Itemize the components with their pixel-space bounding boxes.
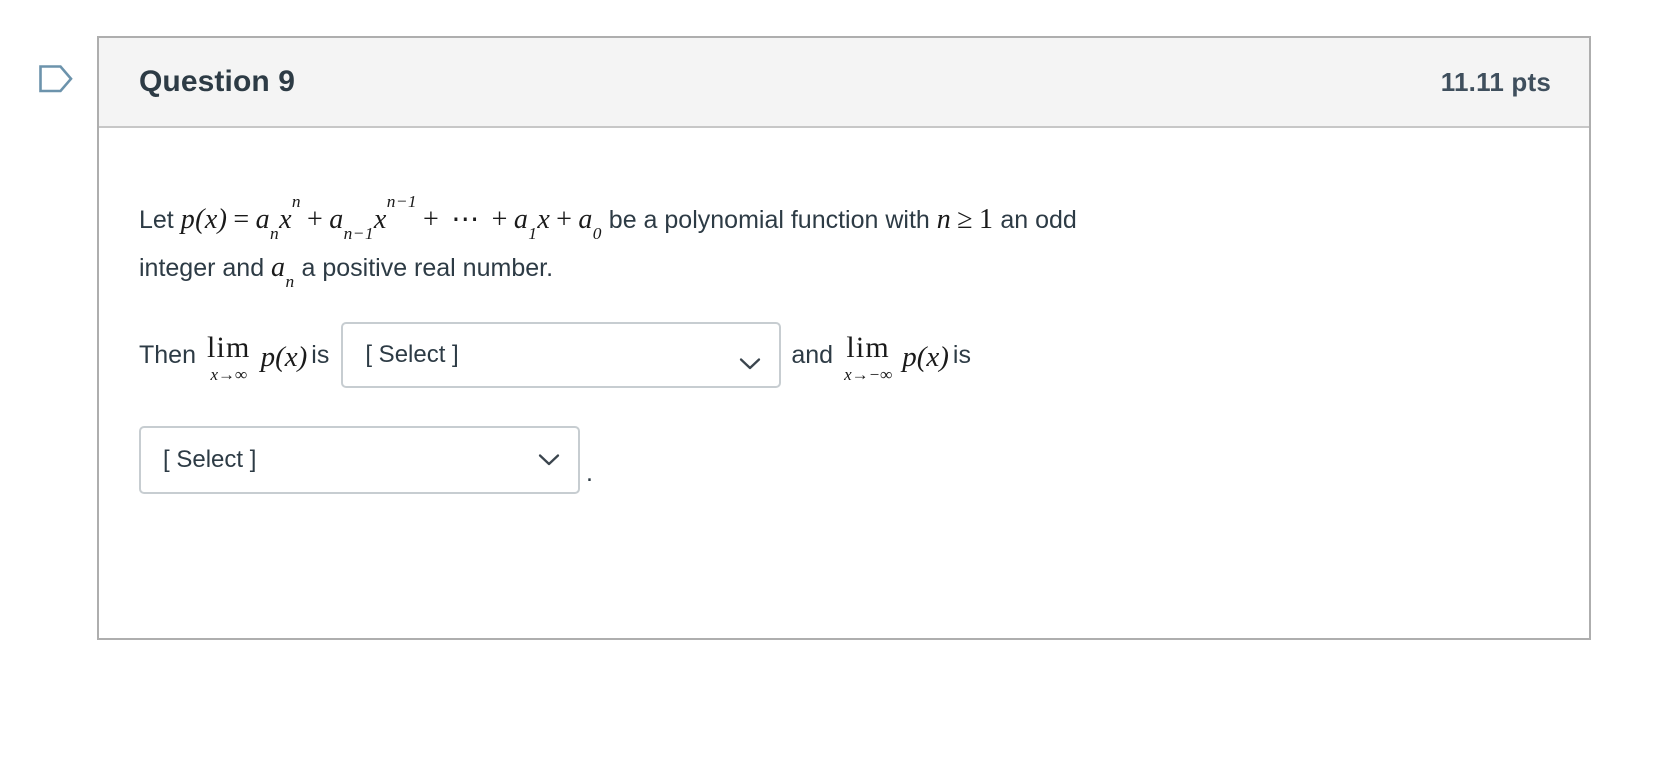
math-one: 1 (978, 204, 994, 235)
math-x-3: x (537, 204, 551, 235)
question-prose: Let p(x) = anxn+ an−1xn−1+ ⋯ + a1x + a0 be a pol… (139, 193, 1459, 292)
math-sup-n: n (291, 191, 302, 211)
math-sub-n-line2: n (285, 272, 295, 292)
question-title: Question 9 (139, 65, 296, 98)
math-p-of-x-limit-2: p(x) (902, 340, 949, 373)
math-a-symbol-line2: a (271, 252, 286, 283)
math-plus-1: + (307, 204, 324, 235)
math-polynomial-definition: p(x) = anxn+ an−1xn−1+ ⋯ + a1x + a0 (180, 193, 602, 243)
math-a-0: a (578, 204, 593, 235)
prose-lead: Let (139, 206, 181, 234)
limits-line: Then lim x→∞ p(x) is [ Select ] and lim … (139, 322, 1549, 388)
answer-select-2-value: [ Select ] (163, 446, 257, 473)
math-n-ge-1: n ≥1 (937, 204, 994, 235)
math-sub-1: 1 (528, 224, 538, 244)
math-sup-n-minus-1: n−1 (386, 191, 418, 211)
question-card: Question 9 11.11 pts Let p(x) = anxn+ an−1x… (97, 36, 1591, 640)
quiz-question-page: Question 9 11.11 pts Let p(x) = anxn+ an−1x… (0, 0, 1660, 762)
math-a-n-line2: an (271, 252, 295, 291)
prose-tail-2: an odd (993, 206, 1077, 234)
and-label: and (791, 340, 834, 369)
math-p-of-x: p(x) (180, 204, 228, 235)
limit-operator-2: lim (846, 331, 890, 364)
math-ellipsis: ⋯ (451, 204, 480, 235)
limit-x-to-negative-infinity: lim x→−∞ (844, 331, 893, 384)
chevron-down-icon (739, 349, 761, 370)
is-label-2: is (952, 340, 971, 369)
question-header: Question 9 11.11 pts (99, 38, 1589, 128)
math-a-n-minus-1: a (329, 204, 344, 235)
second-answer-row: [ Select ] . (139, 426, 1549, 494)
math-sub-n-minus-1: n−1 (343, 224, 374, 244)
limit-operator: lim (206, 331, 251, 364)
then-label: Then (139, 340, 196, 369)
question-body: Let p(x) = anxn+ an−1xn−1+ ⋯ + a1x + a0 be a pol… (99, 128, 1589, 494)
math-sub-0: 0 (592, 224, 602, 244)
math-greater-equal: ≥ (957, 204, 973, 235)
math-n-symbol: n (936, 204, 952, 235)
math-x-1: x (279, 204, 292, 235)
chevron-down-icon (538, 454, 560, 467)
math-a-n: a (255, 204, 270, 235)
question-points: 11.11 pts (1440, 66, 1551, 97)
math-plus-3: + (491, 204, 508, 235)
math-p-of-x-limit-1: p(x) (260, 340, 308, 373)
math-equals: = (233, 204, 250, 235)
answer-select-1-value: [ Select ] (365, 341, 459, 368)
math-a-1: a (513, 204, 529, 235)
limit-subscript-2: x→−∞ (844, 365, 893, 384)
prose-line2-tail: a positive real number. (294, 254, 554, 282)
answer-select-1[interactable]: [ Select ] (341, 322, 782, 388)
prose-tail-1: be a polynomial function with (601, 206, 937, 234)
is-label-1: is (311, 340, 330, 369)
answer-select-2[interactable]: [ Select ] (139, 426, 580, 494)
prose-line2-lead: integer and (139, 254, 272, 282)
math-plus-2: + (423, 204, 440, 235)
limit-x-to-infinity: lim x→∞ (206, 331, 251, 384)
trailing-period: . (586, 459, 593, 487)
math-x-2: x (373, 204, 387, 235)
limit-subscript: x→∞ (210, 365, 248, 384)
math-sub-n: n (270, 224, 280, 244)
flag-question-icon[interactable] (38, 62, 74, 96)
math-plus-4: + (556, 204, 573, 235)
